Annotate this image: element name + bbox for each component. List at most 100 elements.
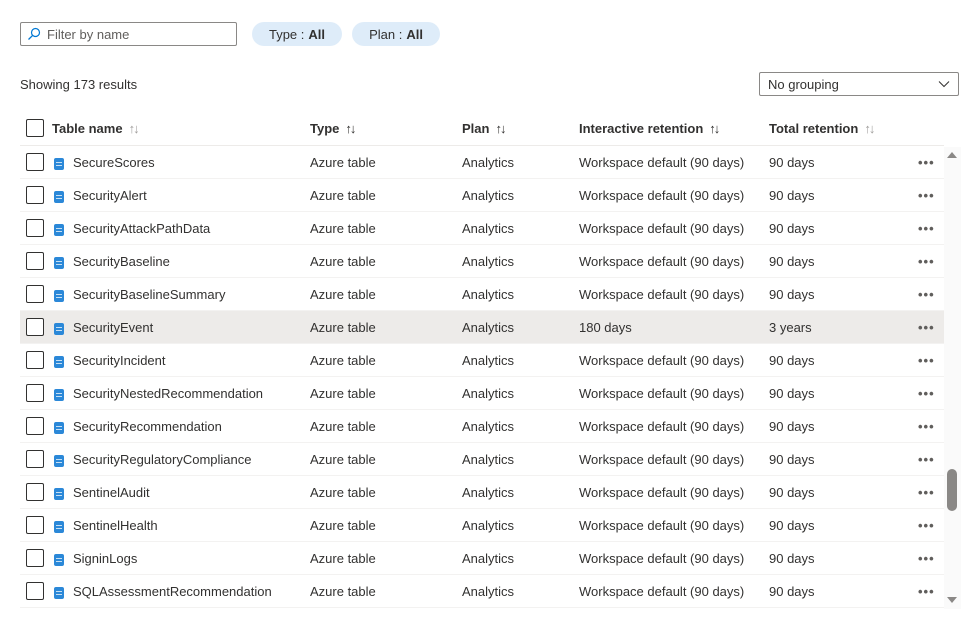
sort-icon[interactable]: ↑↓ — [709, 121, 720, 136]
table-row[interactable]: SecurityRegulatoryCompliance Azure table A… — [20, 443, 944, 476]
table-row[interactable]: SecurityAlert Azure table Analytics Workspa… — [20, 179, 944, 212]
row-checkbox[interactable] — [26, 351, 44, 369]
table-name-cell[interactable]: SigninLogs — [73, 542, 137, 575]
table-row[interactable]: SecurityBaselineSummary Azure table Analyt… — [20, 278, 944, 311]
table-name-cell[interactable]: SecurityEvent — [73, 311, 153, 344]
more-actions-icon[interactable]: ••• — [918, 575, 935, 608]
more-actions-icon[interactable]: ••• — [918, 245, 935, 278]
row-checkbox[interactable] — [26, 417, 44, 435]
column-label: Total retention — [769, 120, 859, 136]
table-name-cell[interactable]: SQLAssessmentRecommendation — [73, 575, 272, 608]
column-label: Interactive retention — [579, 120, 704, 136]
type-cell: Azure table — [310, 452, 376, 467]
more-actions-icon[interactable]: ••• — [918, 344, 935, 377]
table-row[interactable]: SecurityBaseline Azure table Analytics Work… — [20, 245, 944, 278]
table-icon — [54, 290, 64, 302]
table-name-cell[interactable]: SecurityRecommendation — [73, 410, 222, 443]
row-checkbox[interactable] — [26, 450, 44, 468]
table-row[interactable]: SentinelAudit Azure table Analytics Workspa… — [20, 476, 944, 509]
table-name-cell[interactable]: SecureScores — [73, 146, 155, 179]
more-actions-icon[interactable]: ••• — [918, 278, 935, 311]
column-header-type[interactable]: Type ↑↓ — [310, 110, 356, 146]
column-header-interactive-retention[interactable]: Interactive retention ↑↓ — [579, 110, 720, 146]
row-checkbox[interactable] — [26, 582, 44, 600]
row-checkbox[interactable] — [26, 318, 44, 336]
grouping-dropdown[interactable]: No grouping — [759, 72, 959, 96]
sort-icon[interactable]: ↑↓ — [345, 121, 356, 136]
table-name-cell[interactable]: SecurityNestedRecommendation — [73, 377, 263, 410]
more-actions-icon[interactable]: ••• — [918, 146, 935, 179]
table-name-cell[interactable]: SecurityBaselineSummary — [73, 278, 225, 311]
table-icon — [54, 257, 64, 269]
select-all-checkbox[interactable] — [26, 119, 44, 137]
row-checkbox[interactable] — [26, 153, 44, 171]
row-checkbox[interactable] — [26, 516, 44, 534]
table-row[interactable]: SecurityEvent Azure table Analytics 180 day… — [20, 311, 944, 344]
column-header-plan[interactable]: Plan ↑↓ — [462, 110, 506, 146]
type-cell: Azure table — [310, 320, 376, 335]
table-row[interactable]: SecurityAttackPathData Azure table Analyti… — [20, 212, 944, 245]
table-row[interactable]: SecurityRecommendation Azure table Analyti… — [20, 410, 944, 443]
column-header-total-retention[interactable]: Total retention ↑↓ — [769, 110, 875, 146]
table-icon — [54, 356, 64, 368]
table-icon — [54, 191, 64, 203]
type-cell: Azure table — [310, 221, 376, 236]
plan-cell: Analytics — [462, 584, 515, 599]
row-checkbox[interactable] — [26, 252, 44, 270]
row-checkbox[interactable] — [26, 285, 44, 303]
row-checkbox[interactable] — [26, 219, 44, 237]
table-row[interactable]: SecureScores Azure table Analytics Workspac… — [20, 146, 944, 179]
table-name-cell[interactable]: SecurityAttackPathData — [73, 212, 210, 245]
table-row[interactable]: SigninLogs Azure table Analytics Workspace … — [20, 542, 944, 575]
sort-icon[interactable]: ↑↓ — [864, 121, 875, 136]
plan-cell: Analytics — [462, 287, 515, 302]
table-name-cell[interactable]: SecurityRegulatoryCompliance — [73, 443, 251, 476]
column-label: Type — [310, 120, 340, 136]
type-filter-chip[interactable]: Type : All — [252, 22, 342, 46]
sort-icon[interactable]: ↑↓ — [495, 121, 506, 136]
scroll-up-arrow-icon[interactable] — [947, 152, 957, 158]
more-actions-icon[interactable]: ••• — [918, 476, 935, 509]
search-icon — [28, 27, 41, 40]
table-name-cell[interactable]: SecurityBaseline — [73, 245, 170, 278]
table-row[interactable]: SQLAssessmentRecommendation Azure table An… — [20, 575, 944, 608]
table-header: Table name ↑↓ Type ↑↓ Plan ↑↓ Interactiv… — [20, 110, 944, 146]
row-checkbox[interactable] — [26, 549, 44, 567]
total-retention-cell: 90 days — [769, 551, 815, 566]
interactive-retention-cell: Workspace default (90 days) — [579, 551, 745, 566]
sort-icon[interactable]: ↑↓ — [129, 121, 140, 136]
scroll-down-arrow-icon[interactable] — [947, 597, 957, 603]
table-row[interactable]: SecurityIncident Azure table Analytics Work… — [20, 344, 944, 377]
more-actions-icon[interactable]: ••• — [918, 443, 935, 476]
vertical-scrollbar[interactable] — [944, 147, 961, 609]
filter-by-name-input-box[interactable] — [20, 22, 237, 46]
row-checkbox[interactable] — [26, 483, 44, 501]
table-body: SecureScores Azure table Analytics Workspac… — [20, 146, 944, 608]
plan-filter-label: Plan : — [369, 26, 403, 42]
scrollbar-thumb[interactable] — [947, 469, 957, 511]
more-actions-icon[interactable]: ••• — [918, 542, 935, 575]
more-actions-icon[interactable]: ••• — [918, 410, 935, 443]
more-actions-icon[interactable]: ••• — [918, 311, 935, 344]
plan-cell: Analytics — [462, 188, 515, 203]
row-checkbox[interactable] — [26, 384, 44, 402]
total-retention-cell: 90 days — [769, 155, 815, 170]
plan-cell: Analytics — [462, 551, 515, 566]
more-actions-icon[interactable]: ••• — [918, 509, 935, 542]
more-actions-icon[interactable]: ••• — [918, 377, 935, 410]
table-name-cell[interactable]: SentinelAudit — [73, 476, 150, 509]
column-header-table-name[interactable]: Table name ↑↓ — [52, 110, 140, 146]
interactive-retention-cell: Workspace default (90 days) — [579, 188, 745, 203]
table-row[interactable]: SecurityNestedRecommendation Azure table A… — [20, 377, 944, 410]
table-row[interactable]: SentinelHealth Azure table Analytics Worksp… — [20, 509, 944, 542]
row-checkbox[interactable] — [26, 186, 44, 204]
table-name-cell[interactable]: SecurityAlert — [73, 179, 147, 212]
plan-filter-chip[interactable]: Plan : All — [352, 22, 440, 46]
more-actions-icon[interactable]: ••• — [918, 179, 935, 212]
more-actions-icon[interactable]: ••• — [918, 212, 935, 245]
filter-by-name-input[interactable] — [47, 26, 227, 42]
table-name-cell[interactable]: SentinelHealth — [73, 509, 158, 542]
results-count: Showing 173 results — [20, 77, 138, 92]
total-retention-cell: 90 days — [769, 287, 815, 302]
table-name-cell[interactable]: SecurityIncident — [73, 344, 166, 377]
